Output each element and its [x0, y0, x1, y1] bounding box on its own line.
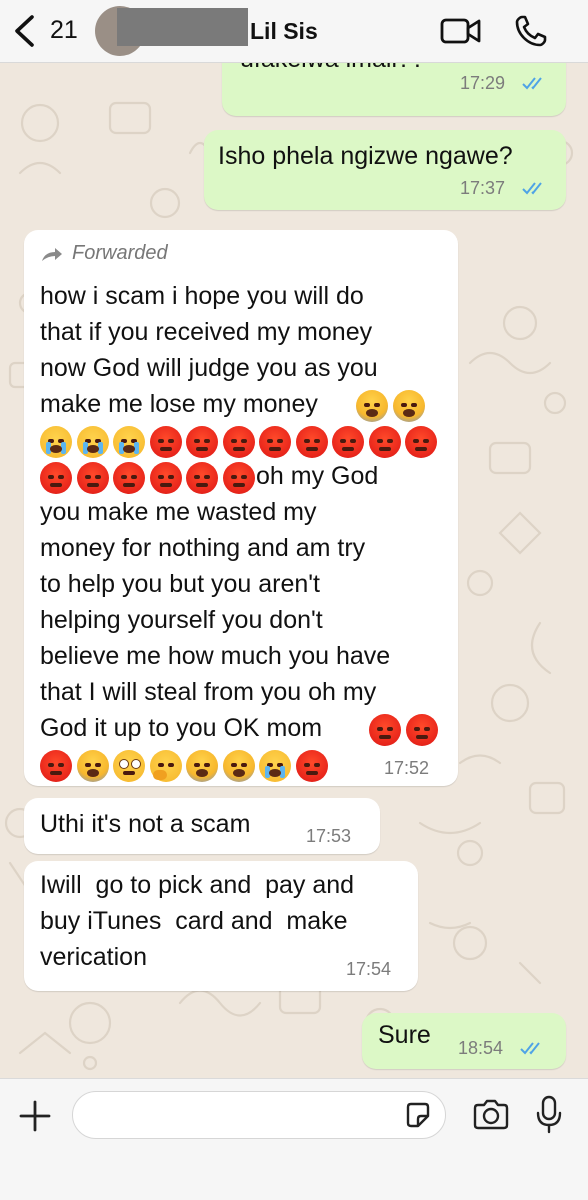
sob-emoji [113, 426, 145, 458]
message-line: believe me how much you have [40, 642, 391, 670]
angry-emoji [405, 714, 438, 746]
angry-emoji [295, 426, 328, 458]
emoji-group [356, 390, 429, 422]
message-line: oh my God [256, 462, 379, 490]
microphone-icon[interactable] [535, 1095, 563, 1135]
scream-emoji [186, 750, 218, 782]
message-text: Uthi it's not a scam [40, 810, 251, 838]
message-bubble-incoming[interactable]: Iwill go to pick and pay and buy iTunes … [24, 861, 418, 991]
emoji-group [369, 714, 442, 746]
read-receipt-icon [522, 182, 542, 195]
angry-emoji [369, 714, 401, 746]
angry-emoji [76, 462, 109, 494]
scream-emoji [76, 750, 109, 782]
message-bubble-outgoing[interactable]: ufakelwa imali?? 17:29 [222, 63, 566, 116]
angry-emoji [222, 426, 255, 458]
message-bubble-incoming[interactable]: Uthi it's not a scam 17:53 [24, 798, 380, 854]
forward-arrow-icon [42, 248, 62, 261]
angry-emoji [222, 462, 255, 494]
message-line: God it up to you OK mom [40, 714, 323, 742]
sob-emoji [259, 750, 291, 782]
angry-emoji [186, 462, 218, 494]
angry-emoji [40, 750, 72, 782]
thinking-emoji [149, 750, 182, 782]
message-text: ufakelwa imali?? [240, 63, 425, 77]
sob-emoji [76, 426, 109, 458]
message-text: Sure [378, 1021, 431, 1049]
message-line: that if you received my money [40, 318, 373, 346]
message-bubble-incoming[interactable]: Forwarded how i scam i hope you will do … [24, 230, 458, 786]
message-line: verication [40, 943, 147, 971]
chat-header: 21 Lil Sis [0, 0, 588, 63]
emoji-row [40, 462, 259, 494]
redaction-block [117, 8, 248, 46]
message-time: 17:37 [460, 178, 506, 198]
message-composer [0, 1078, 588, 1200]
message-line: now God will judge you as you [40, 354, 378, 382]
chat-area[interactable]: ufakelwa imali?? 17:29 Isho phela ngizwe… [0, 63, 588, 1078]
angry-emoji [368, 426, 401, 458]
read-receipt-icon [520, 1042, 540, 1055]
message-line: buy iTunes card and make [40, 907, 348, 935]
message-time: 17:53 [306, 826, 352, 846]
forwarded-label: Forwarded [72, 242, 168, 264]
sticker-icon[interactable] [404, 1101, 432, 1129]
emoji-row [40, 426, 442, 458]
angry-emoji [295, 750, 328, 782]
message-bubble-outgoing[interactable]: Sure 18:54 [362, 1013, 566, 1069]
video-camera-icon[interactable] [440, 16, 482, 46]
scream-emoji [392, 390, 425, 422]
chevron-left-icon[interactable] [12, 14, 38, 48]
sob-emoji [40, 426, 72, 458]
message-input[interactable] [72, 1091, 446, 1139]
message-line: make me lose my money [40, 390, 318, 418]
scream-emoji [356, 390, 388, 422]
angry-emoji [259, 426, 291, 458]
message-line: that I will steal from you oh my [40, 678, 377, 706]
message-time: 18:54 [458, 1038, 504, 1058]
scream-emoji [222, 750, 255, 782]
message-line: to help you but you aren't [40, 570, 320, 598]
emoji-row [40, 750, 332, 782]
message-line: helping yourself you don't [40, 606, 323, 634]
message-time: 17:54 [346, 959, 392, 979]
message-line: money for nothing and am try [40, 534, 366, 562]
angry-emoji [149, 426, 182, 458]
eye-roll-emoji [113, 750, 145, 782]
unread-count[interactable]: 21 [50, 16, 78, 45]
angry-emoji [405, 426, 437, 458]
read-receipt-icon [522, 77, 542, 90]
angry-emoji [332, 426, 364, 458]
camera-icon[interactable] [472, 1099, 510, 1131]
message-line: Iwill go to pick and pay and [40, 871, 355, 899]
message-text: Isho phela ngizwe ngawe? [218, 142, 513, 170]
angry-emoji [40, 462, 72, 494]
contact-name[interactable]: Lil Sis [250, 18, 318, 45]
message-time: 17:29 [460, 73, 506, 93]
angry-emoji [149, 462, 182, 494]
message-line: you make me wasted my [40, 498, 317, 526]
message-time: 17:52 [384, 758, 430, 778]
message-bubble-outgoing[interactable]: Isho phela ngizwe ngawe? 17:37 [204, 130, 566, 210]
phone-icon[interactable] [514, 14, 548, 48]
angry-emoji [186, 426, 218, 458]
plus-icon[interactable] [18, 1099, 52, 1133]
message-line: how i scam i hope you will do [40, 282, 364, 310]
angry-emoji [113, 462, 145, 494]
